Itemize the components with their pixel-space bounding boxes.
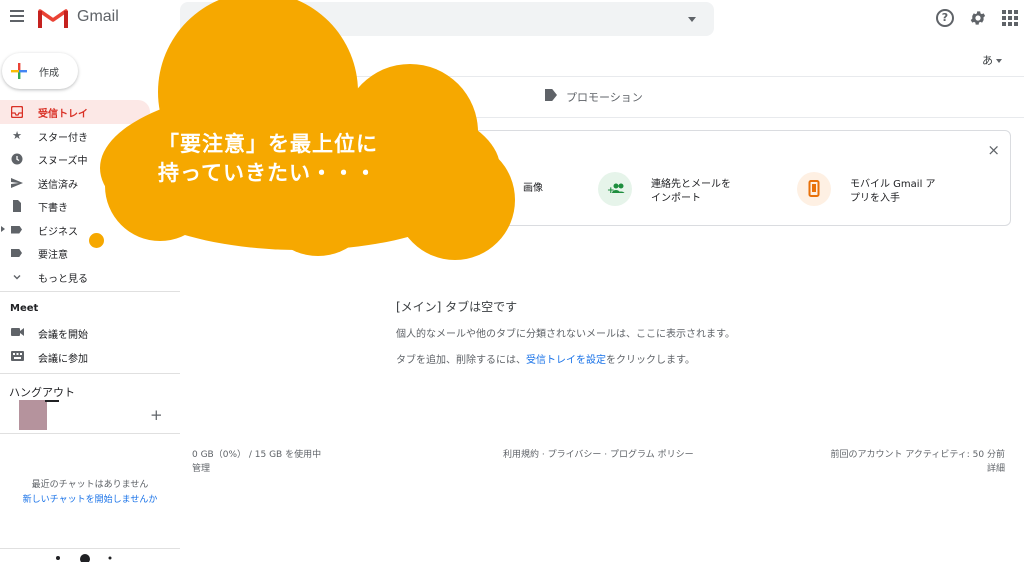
draft-icon [11, 200, 23, 212]
meet-title: Meet [10, 303, 39, 314]
no-chats-text: 最近のチャットはありません [31, 480, 149, 490]
tab-promotions[interactable]: プロモーション [545, 89, 643, 105]
new-chat-link[interactable]: 新しいチャットを開始しませんか [0, 492, 180, 505]
footer-storage: 0 GB（0%） / 15 GB を使用中 管理 [192, 448, 321, 476]
sidebar-item-label: スター付き [38, 132, 88, 144]
gear-icon[interactable] [969, 9, 987, 27]
sidebar-divider [0, 373, 180, 374]
chevron-down-icon [11, 271, 23, 283]
sidebar-item-starred[interactable]: ★ スター付き [0, 124, 180, 148]
plus-icon [11, 63, 27, 79]
last-activity-text: 前回のアカウント アクティビティ: 50 分前 [830, 450, 1005, 460]
sidebar-item-label: 要注意 [38, 250, 68, 261]
sidebar-item-snoozed[interactable]: スヌーズ中 [0, 147, 180, 171]
card-text-line: モバイル Gmail ア [850, 179, 936, 190]
apps-grid-icon[interactable] [1002, 10, 1018, 26]
close-icon[interactable]: × [987, 141, 1000, 159]
card-text: モバイル Gmail ア プリを入手 [850, 178, 936, 206]
gmail-logo-icon[interactable] [38, 7, 68, 29]
hint-prefix: タブを追加、削除するには、 [396, 355, 526, 366]
star-icon: ★ [12, 128, 22, 142]
sidebar-item-label: 受信トレイ [38, 109, 88, 120]
mobile-icon [797, 172, 831, 206]
sidebar-nav: 受信トレイ ★ スター付き スヌーズ中 送信済み 下書き ビジネス 要注意 もっ… [0, 100, 180, 288]
sidebar-item-inbox[interactable]: 受信トレイ [0, 100, 150, 124]
annotation-text: 「要注意」を最上位に 持っていきたい・・・ [158, 130, 448, 188]
add-contacts-icon: + [598, 172, 632, 206]
sidebar-item-label: ビジネス [38, 226, 78, 238]
footer-activity: 前回のアカウント アクティビティ: 50 分前 詳細 [830, 448, 1005, 476]
avatar-name-bar [45, 400, 59, 402]
label-icon [11, 247, 23, 259]
avatar[interactable] [19, 400, 47, 430]
send-icon [11, 177, 23, 189]
input-tools-button[interactable]: あ [982, 52, 1002, 68]
compose-label: 作成 [39, 68, 59, 79]
sidebar-item-sent[interactable]: 送信済み [0, 171, 180, 195]
card-text-line: プリを入手 [850, 193, 900, 204]
meet-join-label: 会議に参加 [38, 354, 88, 365]
tab-label: プロモーション [566, 91, 643, 104]
sidebar-item-label: 下書き [38, 203, 68, 214]
card-text-line: インポート [651, 193, 701, 204]
tab-label: ル [430, 91, 441, 104]
annotation-line: 持っていきたい・・・ [158, 161, 377, 185]
sidebar-divider [0, 433, 180, 434]
card-image-label[interactable]: 画像 [523, 179, 543, 194]
keyboard-icon [11, 351, 24, 361]
sidebar-divider [0, 548, 180, 549]
inbox-settings-link[interactable]: 受信トレイを設定 [526, 355, 606, 366]
search-options-icon[interactable] [688, 17, 696, 22]
input-tools-label: あ [982, 54, 993, 67]
activity-details-link[interactable]: 詳細 [830, 462, 1005, 476]
chevron-down-icon [996, 59, 1002, 63]
bottom-bar-icons[interactable] [54, 553, 114, 562]
tab-social[interactable]: ル [430, 89, 441, 105]
footer-policy-links[interactable]: 利用規約 · プライバシー · プログラム ポリシー [503, 448, 694, 462]
compose-button[interactable]: 作成 [2, 53, 78, 89]
sidebar-item-more[interactable]: もっと見る [0, 265, 180, 289]
meet-join-button[interactable]: 会議に参加 [0, 345, 180, 368]
hint-suffix: をクリックします。 [606, 355, 695, 366]
search-bar[interactable] [180, 2, 714, 36]
app-name: Gmail [77, 8, 119, 25]
annotation-line: 「要注意」を最上位に [158, 132, 378, 156]
sidebar-item-label: スヌーズ中 [38, 156, 88, 167]
add-chat-button[interactable]: + [150, 406, 163, 424]
inbox-icon [10, 105, 24, 119]
sidebar-item-drafts[interactable]: 下書き [0, 194, 180, 218]
storage-usage: 0 GB（0%） / 15 GB を使用中 [192, 450, 322, 460]
hangouts-title: ハングアウト [9, 386, 75, 399]
card-text: 連絡先とメールを インポート [651, 178, 731, 206]
top-bar: Gmail ? [0, 0, 1024, 36]
meet-start-button[interactable]: 会議を開始 [0, 321, 180, 344]
video-icon [11, 328, 24, 336]
main-panel: あ ル プロモーション × 画像 + 連絡先とメールを インポート モバイル G… [180, 40, 1024, 562]
tag-icon [545, 89, 557, 101]
empty-state-hint: タブを追加、削除するには、受信トレイを設定をクリックします。 [396, 351, 695, 366]
main-menu-icon[interactable] [10, 10, 24, 22]
toolbar-divider [180, 76, 1024, 77]
label-icon [11, 224, 23, 236]
clock-icon [11, 153, 23, 165]
expand-arrow-icon[interactable] [1, 225, 5, 232]
help-icon[interactable]: ? [936, 9, 954, 27]
meet-start-label: 会議を開始 [38, 330, 88, 341]
card-text-line: 連絡先とメールを [651, 179, 731, 190]
sidebar-item-label: 送信済み [38, 179, 78, 191]
highlight-dot [89, 233, 104, 248]
sidebar-divider [0, 291, 180, 292]
empty-state-description: 個人的なメールや他のタブに分類されないメールは、ここに表示されます。 [396, 329, 735, 340]
tabs-divider [180, 117, 1024, 118]
sidebar-item-label: もっと見る [38, 273, 88, 285]
empty-state-title: [メイン] タブは空です [396, 300, 518, 314]
manage-storage-link[interactable]: 管理 [192, 462, 321, 476]
